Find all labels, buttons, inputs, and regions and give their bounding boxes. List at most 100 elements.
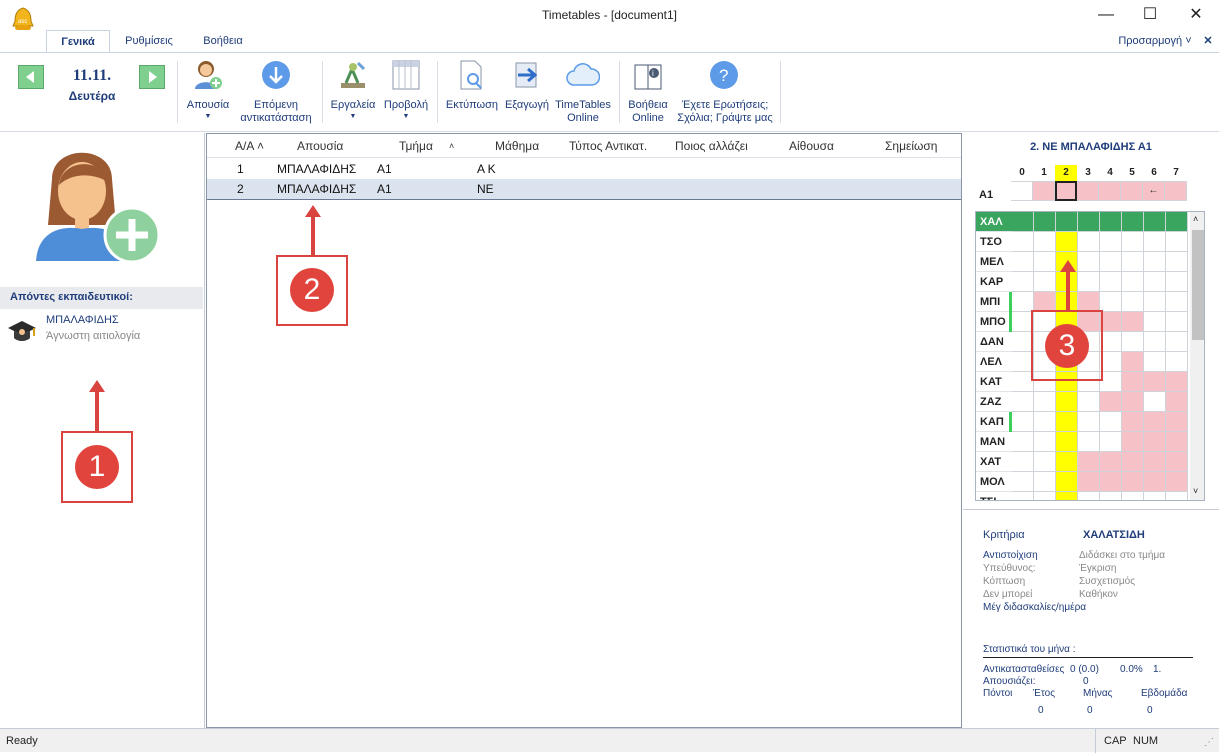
resize-grip-icon[interactable]: ⋰ (1204, 737, 1214, 748)
class-period-cell[interactable] (1077, 181, 1099, 201)
teacher-period-cell[interactable] (1100, 212, 1122, 232)
teacher-period-cell[interactable] (1122, 292, 1144, 312)
class-period-cell[interactable] (1121, 181, 1143, 201)
teacher-period-cell[interactable] (1144, 292, 1166, 312)
teacher-period-cell[interactable] (1034, 412, 1056, 432)
next-substitution-button[interactable]: Επόμενη αντικατάσταση (234, 57, 318, 127)
teacher-period-cell[interactable] (1166, 472, 1188, 492)
teacher-period-cell[interactable] (1100, 492, 1122, 500)
ribbon-close-icon[interactable]: ✕ (1200, 30, 1216, 52)
col-absence[interactable]: Απουσία (297, 134, 343, 158)
teacher-period-cell[interactable] (1100, 392, 1122, 412)
teacher-period-cell[interactable] (1100, 312, 1122, 332)
teacher-period-cell[interactable] (1056, 432, 1078, 452)
teacher-period-cell[interactable] (1034, 392, 1056, 412)
timetables-online-button[interactable]: TimeTables Online (552, 57, 614, 127)
teacher-period-cell[interactable] (1122, 272, 1144, 292)
scroll-up-icon[interactable]: ˄ (1193, 214, 1198, 224)
teacher-period-cell[interactable] (1078, 252, 1100, 272)
teacher-row-label[interactable]: ΜΟΛ (976, 472, 1012, 492)
print-button[interactable]: Εκτύπωση (441, 57, 503, 127)
teacher-period-cell[interactable] (1100, 372, 1122, 392)
teacher-period-cell[interactable] (1012, 432, 1034, 452)
teacher-row-label[interactable]: ΜΠΙ (976, 292, 1012, 312)
teacher-period-cell[interactable] (1144, 472, 1166, 492)
teacher-period-cell[interactable] (1122, 232, 1144, 252)
teacher-period-cell[interactable] (1122, 212, 1144, 232)
teacher-row-label[interactable]: ΜΠΟ (976, 312, 1012, 332)
feedback-button[interactable]: ? Έχετε Ερωτήσεις; Σχόλια; Γράψτε μας (672, 57, 778, 127)
teacher-period-cell[interactable] (1166, 212, 1188, 232)
teacher-period-cell[interactable] (1034, 492, 1056, 500)
teacher-period-cell[interactable] (1144, 212, 1166, 232)
teacher-period-cell[interactable] (1144, 312, 1166, 332)
teacher-period-cell[interactable] (1144, 272, 1166, 292)
teacher-period-cell[interactable] (1144, 492, 1166, 500)
teacher-period-cell[interactable] (1100, 252, 1122, 272)
teacher-row-label[interactable]: ΖΑΖ (976, 392, 1012, 412)
teacher-period-cell[interactable] (1122, 332, 1144, 352)
teacher-period-cell[interactable] (1100, 452, 1122, 472)
teacher-period-cell[interactable] (1122, 352, 1144, 372)
class-period-cell[interactable] (1011, 181, 1033, 201)
teacher-row-label[interactable]: ΚΑΤ (976, 372, 1012, 392)
col-room[interactable]: Αίθουσα (789, 134, 834, 158)
col-note[interactable]: Σημείωση (885, 134, 937, 158)
help-online-button[interactable]: i Βοήθεια Online (622, 57, 674, 127)
customize-menu[interactable]: Προσαρμογή ˅ (1110, 30, 1200, 52)
teacher-period-cell[interactable] (1122, 412, 1144, 432)
absent-teacher-item[interactable]: ΜΠΑΛΑΦΙΔΗΣ Άγνωστη αιτιολογία (6, 314, 206, 346)
teacher-period-cell[interactable] (1166, 252, 1188, 272)
teacher-period-cell[interactable] (1144, 432, 1166, 452)
teacher-period-cell[interactable] (1034, 252, 1056, 272)
teacher-period-cell[interactable] (1078, 232, 1100, 252)
col-class[interactable]: Τμήμα (399, 134, 433, 158)
scrollbar-thumb[interactable] (1192, 230, 1204, 340)
class-period-cell[interactable]: ← (1143, 181, 1165, 201)
teacher-period-cell[interactable] (1034, 432, 1056, 452)
teacher-period-cell[interactable] (1166, 292, 1188, 312)
teacher-period-cell[interactable] (1144, 332, 1166, 352)
teacher-row-label[interactable]: ΔΑΝ (976, 332, 1012, 352)
teacher-period-cell[interactable] (1100, 412, 1122, 432)
teacher-period-cell[interactable] (1012, 292, 1034, 312)
teacher-period-cell[interactable] (1166, 392, 1188, 412)
teacher-period-cell[interactable] (1012, 492, 1034, 500)
teacher-period-cell[interactable] (1034, 292, 1056, 312)
teacher-period-cell[interactable] (1122, 492, 1144, 500)
teacher-period-cell[interactable] (1056, 492, 1078, 500)
absence-button[interactable]: Απουσία ▼ (182, 57, 234, 127)
teacher-row-label[interactable]: ΤΣΙ (976, 492, 1012, 500)
teacher-row-label[interactable]: ΚΑΠ (976, 412, 1012, 432)
teacher-period-cell[interactable] (1078, 392, 1100, 412)
class-period-cell[interactable] (1033, 181, 1055, 201)
class-period-cell[interactable] (1165, 181, 1187, 201)
teacher-row-label[interactable]: ΚΑΡ (976, 272, 1012, 292)
tab-general[interactable]: Γενικά (46, 30, 110, 52)
teacher-period-cell[interactable] (1056, 412, 1078, 432)
teacher-period-cell[interactable] (1012, 472, 1034, 492)
table-row[interactable]: 1 ΜΠΑΛΑΦΙΔΗΣ Α1 Α Κ (207, 159, 961, 179)
teacher-period-cell[interactable] (1078, 212, 1100, 232)
teacher-period-cell[interactable] (1012, 412, 1034, 432)
teacher-period-cell[interactable] (1166, 332, 1188, 352)
teacher-period-cell[interactable] (1012, 232, 1034, 252)
teacher-period-cell[interactable] (1078, 492, 1100, 500)
teacher-period-cell[interactable] (1034, 212, 1056, 232)
vertical-scrollbar[interactable]: ˄ ˅ (1190, 212, 1204, 500)
teacher-period-cell[interactable] (1100, 332, 1122, 352)
col-substitution-type[interactable]: Τύπος Αντικατ. (569, 134, 647, 158)
teacher-period-cell[interactable] (1012, 252, 1034, 272)
teacher-period-cell[interactable] (1078, 292, 1100, 312)
teacher-period-cell[interactable] (1122, 372, 1144, 392)
view-button[interactable]: Προβολή ▼ (380, 57, 432, 127)
teacher-period-cell[interactable] (1166, 432, 1188, 452)
teacher-period-cell[interactable] (1012, 392, 1034, 412)
teacher-row-label[interactable]: ΛΕΛ (976, 352, 1012, 372)
teacher-period-cell[interactable] (1122, 252, 1144, 272)
teacher-period-cell[interactable] (1166, 272, 1188, 292)
teacher-period-cell[interactable] (1056, 392, 1078, 412)
minimize-button[interactable]: — (1083, 0, 1129, 30)
class-period-cell[interactable] (1055, 181, 1077, 201)
teacher-period-cell[interactable] (1056, 472, 1078, 492)
